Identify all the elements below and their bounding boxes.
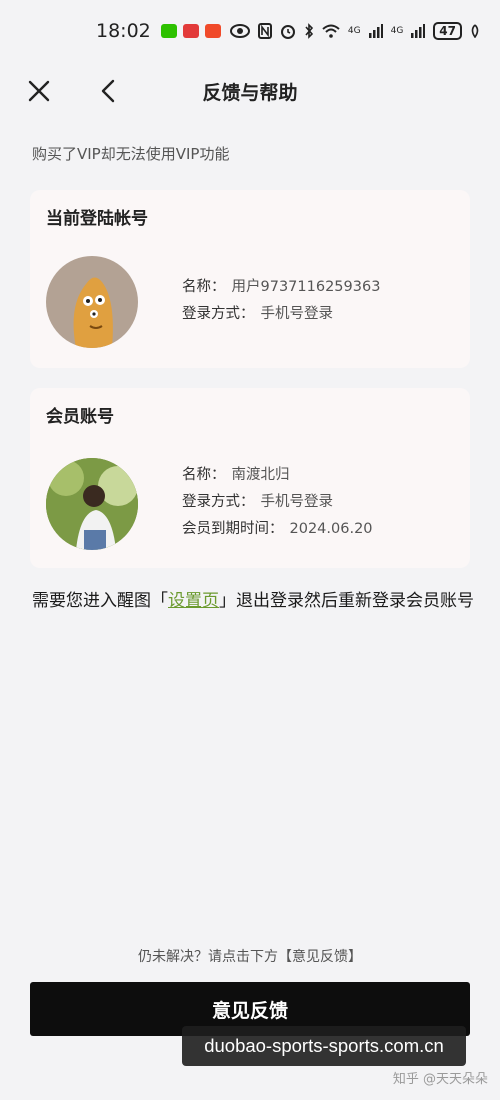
- signal-icon-2: [411, 24, 426, 38]
- avatar: [46, 256, 138, 348]
- cartoon-avatar-icon: [73, 277, 113, 348]
- avatar: [46, 458, 138, 550]
- current-account-card: 当前登陆帐号 名称： 用户9737116259363 登录方式： 手机号登录: [30, 190, 470, 368]
- photo-avatar-icon: [46, 458, 138, 550]
- current-account-info: 名称： 用户9737116259363 登录方式： 手机号登录: [182, 274, 380, 328]
- status-time: 18:02: [96, 20, 151, 42]
- info-row-expiry: 会员到期时间： 2024.06.20: [182, 516, 373, 543]
- page-title: 反馈与帮助: [202, 82, 298, 104]
- member-account-card: 会员账号 名称： 南渡北归 登录方式： 手机号登录 会员到期时间： 2024.06.2…: [30, 388, 470, 568]
- login-value: 手机号登录: [260, 306, 334, 322]
- signal-icon: [368, 24, 383, 38]
- current-account-title: 当前登陆帐号: [46, 209, 148, 229]
- wechat-icon: [160, 24, 177, 38]
- name-value: 用户9737116259363: [231, 279, 381, 295]
- name-label: 名称：: [182, 467, 226, 483]
- note-text-after: 」退出登录然后重新登录会员账号: [219, 591, 474, 611]
- network-4g-label: 4G: [347, 26, 361, 36]
- login-label: 登录方式：: [182, 306, 255, 322]
- unresolved-hint: 仍未解决？请点击下方【意见反馈】: [138, 949, 362, 965]
- expiry-value: 2024.06.20: [289, 521, 373, 537]
- login-label: 登录方式：: [182, 494, 255, 510]
- alarm-icon: [280, 25, 295, 39]
- instruction-note: 需要您进入醒图「设置页」退出登录然后重新登录会员账号: [32, 588, 477, 615]
- eye-icon: [229, 24, 250, 38]
- info-row-login: 登录方式： 手机号登录: [182, 489, 373, 516]
- note-text-before: 需要您进入醒图「: [32, 591, 168, 611]
- member-account-title: 会员账号: [46, 407, 114, 427]
- expiry-label: 会员到期时间：: [182, 521, 284, 537]
- login-value: 手机号登录: [260, 494, 334, 510]
- info-row-login: 登录方式： 手机号登录: [182, 301, 380, 328]
- status-indicators: 4G 4G 47: [229, 22, 480, 40]
- app-notification-icon: [182, 24, 199, 38]
- settings-page-link[interactable]: 设置页: [168, 591, 219, 611]
- name-label: 名称：: [182, 279, 226, 295]
- bluetooth-icon: [305, 23, 313, 39]
- watermark-url: duobao-sports-sports.com.cn: [182, 1026, 466, 1066]
- info-row-name: 名称： 南渡北归: [182, 462, 373, 489]
- name-value: 南渡北归: [231, 467, 290, 483]
- section-title: 购买了VIP却无法使用VIP功能: [32, 145, 230, 163]
- watermark-credit: 知乎 @天天朵朵: [392, 1072, 488, 1087]
- nav-bar: 反馈与帮助: [0, 62, 500, 122]
- leaf-icon: [471, 24, 479, 38]
- nfc-icon: [257, 23, 272, 39]
- member-account-info: 名称： 南渡北归 登录方式： 手机号登录 会员到期时间： 2024.06.20: [182, 462, 373, 543]
- status-app-icons: [160, 24, 221, 38]
- info-row-name: 名称： 用户9737116259363: [182, 274, 380, 301]
- wifi-icon: [322, 24, 340, 38]
- battery-indicator: 47: [433, 22, 462, 40]
- app-notification-icon-2: [204, 24, 221, 38]
- network-4g-label-2: 4G: [390, 26, 404, 36]
- status-bar: 18:02 4G 4G 47: [0, 0, 500, 62]
